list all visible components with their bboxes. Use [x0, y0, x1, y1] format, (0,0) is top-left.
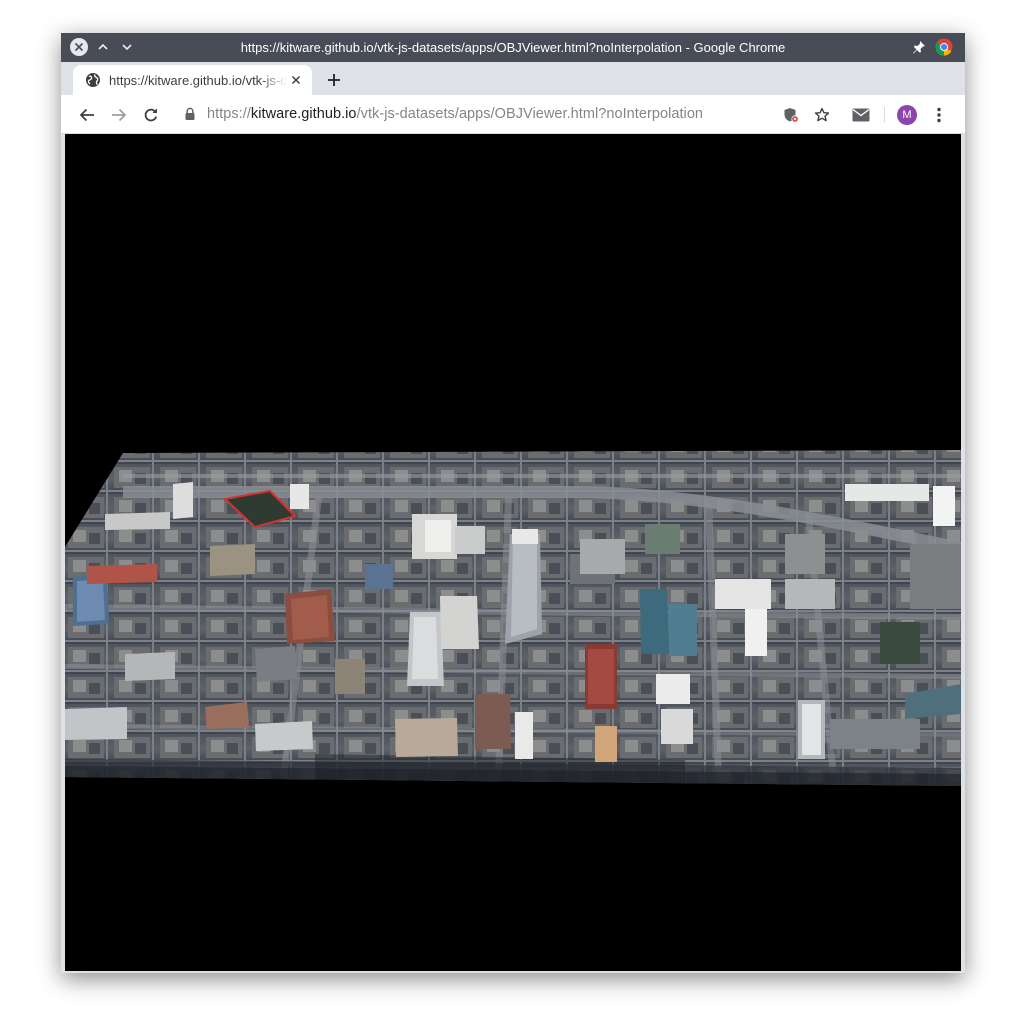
url-path: /vtk-js-datasets/apps/OBJViewer.html?noI… — [356, 106, 704, 122]
back-button[interactable] — [76, 104, 98, 126]
url-scheme: https:// — [207, 106, 251, 122]
window-title: https://kitware.github.io/vtk-js-dataset… — [240, 40, 786, 55]
obj-viewer-canvas[interactable] — [65, 134, 961, 971]
browser-toolbar: https://kitware.github.io/vtk-js-dataset… — [61, 95, 965, 134]
tab-active[interactable]: https://kitware.github.io/vtk-js-dataset… — [73, 65, 312, 95]
toolbar-separator — [884, 107, 885, 123]
mail-extension-button[interactable] — [850, 104, 872, 126]
reload-button[interactable] — [140, 104, 162, 126]
mail-icon — [852, 108, 870, 122]
shield-blocked-icon — [784, 108, 799, 123]
tab-close-button[interactable] — [288, 72, 304, 88]
address-bar-url[interactable]: https://kitware.github.io/vtk-js-dataset… — [207, 106, 703, 122]
tab-title: https://kitware.github.io/vtk-js-dataset… — [109, 73, 287, 88]
plus-icon — [328, 74, 340, 86]
forward-button[interactable] — [108, 104, 130, 126]
chrome-logo-icon — [935, 38, 953, 56]
new-tab-button[interactable] — [323, 69, 345, 91]
url-host: kitware.github.io — [250, 106, 357, 122]
title-bar: https://kitware.github.io/vtk-js-dataset… — [61, 33, 965, 62]
globe-icon — [86, 73, 100, 87]
city-model-render — [65, 450, 961, 786]
chrome-menu-button[interactable] — [928, 104, 950, 126]
reload-icon — [144, 108, 158, 122]
star-icon — [814, 107, 830, 122]
bookmark-star-button[interactable] — [811, 104, 833, 126]
arrow-right-icon — [112, 108, 127, 122]
more-vertical-icon — [937, 107, 941, 123]
lock-icon[interactable] — [184, 107, 196, 121]
content-blocked-button[interactable] — [780, 104, 802, 126]
profile-avatar[interactable]: M — [897, 105, 917, 125]
pin-icon[interactable] — [911, 39, 927, 55]
close-icon — [291, 75, 301, 85]
browser-window: https://kitware.github.io/vtk-js-dataset… — [61, 33, 965, 973]
arrow-left-icon — [79, 108, 94, 122]
tab-strip: https://kitware.github.io/vtk-js-dataset… — [61, 62, 965, 95]
